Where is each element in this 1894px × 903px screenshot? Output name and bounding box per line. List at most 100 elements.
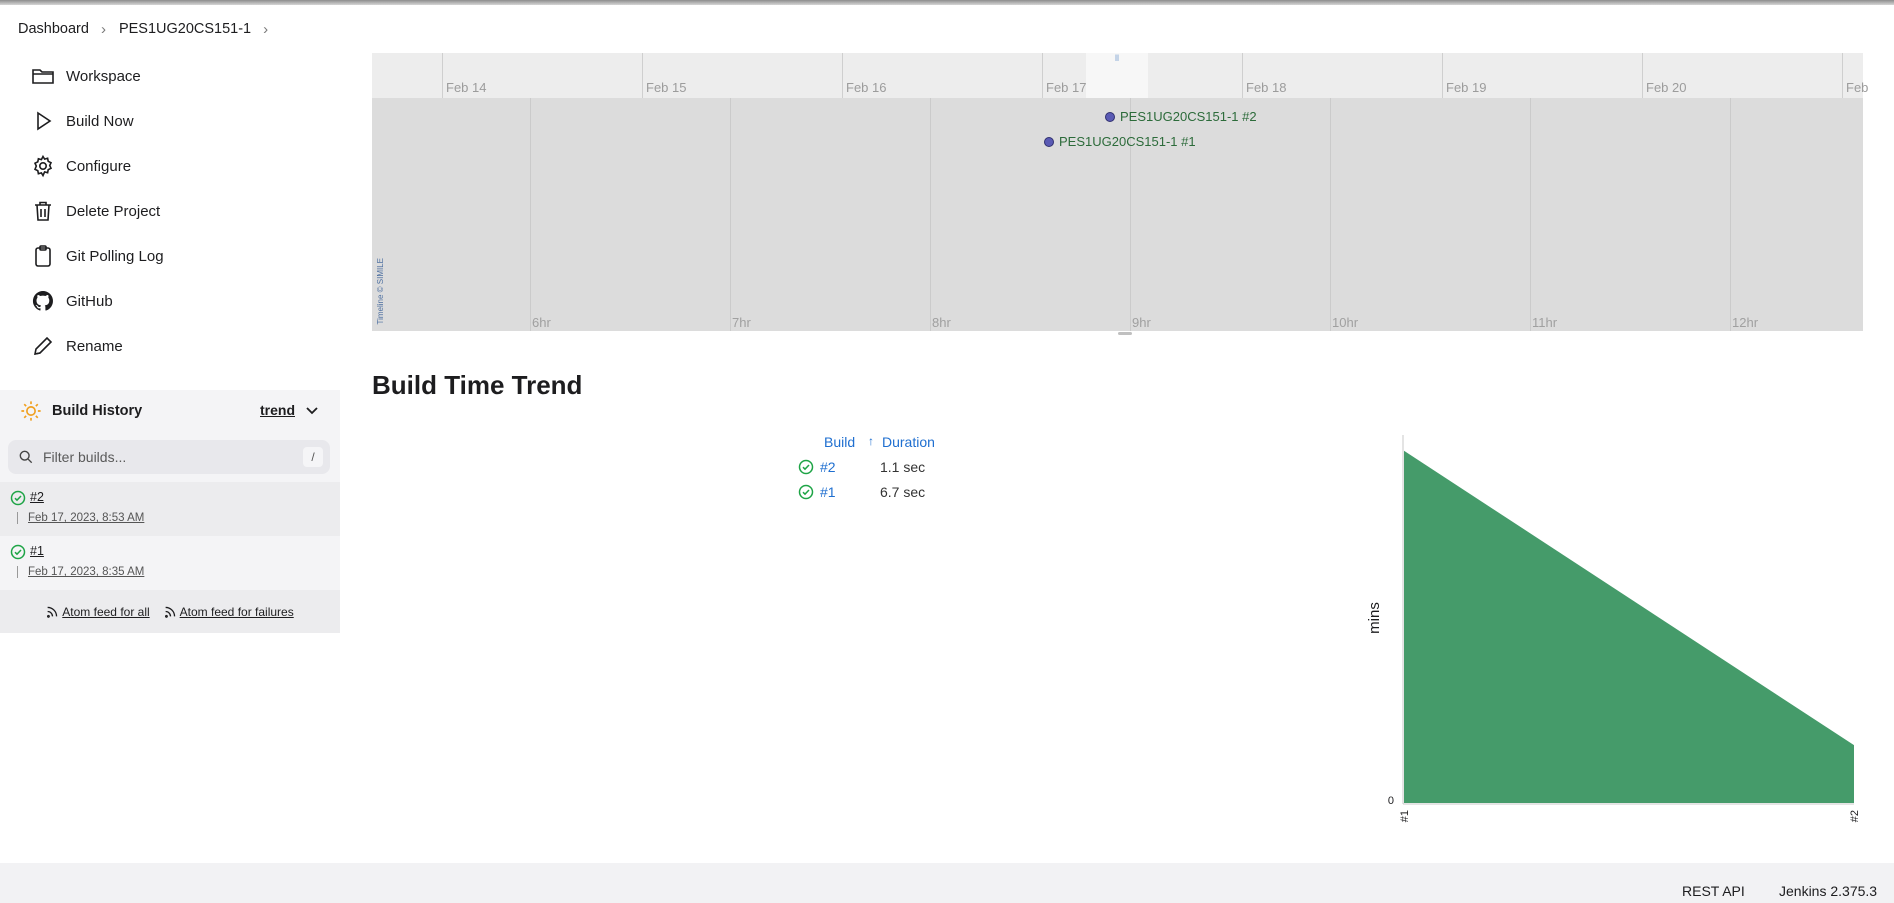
sidebar-item-rename[interactable]: Rename — [0, 324, 340, 368]
sun-icon — [21, 401, 41, 421]
day-divider — [1642, 53, 1643, 98]
day-divider — [1242, 53, 1243, 98]
breadcrumb-project[interactable]: PES1UG20CS151-1 — [119, 21, 251, 37]
x-tick-label: #2 — [1849, 810, 1860, 822]
hour-label: 12hr — [1732, 315, 1759, 330]
sidebar-item-label: Rename — [66, 337, 123, 355]
hour-label: 7hr — [732, 315, 751, 330]
build-date-link[interactable]: Feb 17, 2023, 8:53 AM — [28, 512, 144, 524]
day-label: Feb 16 — [846, 80, 887, 95]
page-title: Build Time Trend — [372, 370, 583, 400]
breadcrumb-dashboard[interactable]: Dashboard — [18, 21, 89, 37]
x-tick-label: #1 — [1399, 810, 1411, 822]
atom-feeds: Atom feed for all Atom feed for failures — [0, 590, 340, 633]
sidebar-item-workspace[interactable]: Workspace — [0, 54, 340, 98]
build-number-link[interactable]: #2 — [30, 490, 44, 504]
table-row: #2 1.1 sec — [798, 454, 935, 479]
timeline-event[interactable]: PES1UG20CS151-1 #1 — [1044, 134, 1196, 149]
build-history-row: #1 Feb 17, 2023, 8:35 AM — [0, 536, 340, 590]
filter-builds-field: / — [8, 440, 330, 474]
y-tick-label: 0 — [1388, 795, 1394, 807]
sidebar-item-configure[interactable]: Configure — [0, 144, 340, 188]
sidebar-item-label: Build Now — [66, 112, 134, 130]
build-link[interactable]: #2 — [820, 459, 880, 475]
build-history-panel: Build History trend / #2 Feb 17, 2023, 8… — [0, 390, 340, 633]
rss-icon — [47, 606, 58, 618]
keyboard-shortcut-hint: / — [303, 447, 323, 467]
gear-icon — [31, 154, 55, 178]
rss-icon — [164, 606, 175, 618]
atom-feed-all-link[interactable]: Atom feed for all — [62, 605, 149, 619]
sidebar-item-delete-project[interactable]: Delete Project — [0, 189, 340, 233]
success-check-icon — [798, 484, 814, 499]
timeline-day-band[interactable]: ll Feb 14 Feb 15 Feb 16 Feb 17 Feb 18 Fe… — [372, 53, 1868, 98]
sidebar-item-label: Workspace — [66, 67, 141, 85]
filter-builds-input[interactable] — [41, 448, 285, 466]
chevron-right-icon[interactable]: › — [263, 21, 268, 38]
build-time-trend-chart: mins 0 #1 #2 — [1366, 435, 1860, 822]
build-number-link[interactable]: #1 — [30, 544, 44, 558]
search-icon — [19, 450, 33, 464]
sidebar-item-build-now[interactable]: Build Now — [0, 99, 340, 143]
timeline-hour-band[interactable]: 6hr 7hr 8hr 9hr 10hr 11hr 12hr PES1UG20C… — [372, 98, 1863, 331]
timeline-bar — [17, 566, 18, 578]
day-divider — [1042, 53, 1043, 98]
clipboard-icon — [31, 244, 55, 268]
day-label: Feb 15 — [646, 80, 687, 95]
timeline-event[interactable]: PES1UG20CS151-1 #2 — [1105, 109, 1257, 124]
hour-label: 9hr — [1132, 315, 1151, 330]
build-date-link[interactable]: Feb 17, 2023, 8:35 AM — [28, 566, 144, 578]
build-duration-area — [1404, 450, 1854, 803]
timeline-bar — [17, 512, 18, 524]
hour-label: 6hr — [532, 315, 551, 330]
timeline-highlight-mark: ll — [1115, 53, 1119, 63]
day-label: Feb — [1846, 80, 1869, 95]
hour-label: 10hr — [1332, 315, 1359, 330]
build-time-table: Build ↑ Duration #2 1.1 sec #1 6.7 sec — [798, 434, 935, 504]
github-icon — [31, 289, 55, 313]
table-row: #1 6.7 sec — [798, 479, 935, 504]
jenkins-version-link[interactable]: Jenkins 2.375.3 — [1779, 883, 1877, 899]
day-divider — [842, 53, 843, 98]
sidebar-item-git-polling-log[interactable]: Git Polling Log — [0, 234, 340, 278]
timeline-copyright: Timeline © SIMILE — [376, 258, 385, 325]
day-label: Feb 20 — [1646, 80, 1687, 95]
day-divider — [1442, 53, 1443, 98]
column-header-duration[interactable]: Duration — [882, 434, 935, 454]
day-label: Feb 14 — [446, 80, 487, 95]
build-link[interactable]: #1 — [820, 484, 880, 500]
build-duration: 6.7 sec — [880, 483, 926, 500]
event-dot-icon — [1044, 136, 1054, 147]
y-axis-label: mins — [1366, 602, 1383, 634]
hour-label: 11hr — [1532, 315, 1558, 330]
column-header-build[interactable]: Build — [824, 434, 868, 454]
success-check-icon — [10, 544, 26, 560]
day-label: Feb 17 — [1046, 80, 1087, 95]
play-icon — [31, 109, 55, 133]
build-history-row: #2 Feb 17, 2023, 8:53 AM — [0, 482, 340, 536]
breadcrumb: Dashboard › PES1UG20CS151-1 › — [0, 5, 1894, 53]
hour-divider — [1730, 98, 1731, 331]
build-history-title: Build History — [52, 403, 143, 419]
timeline-resize-handle[interactable] — [1118, 332, 1132, 335]
chevron-down-icon[interactable] — [305, 403, 319, 417]
footer: REST API Jenkins 2.375.3 — [0, 863, 1894, 903]
sidebar-item-label: Configure — [66, 157, 132, 175]
build-timeline[interactable]: ll Feb 14 Feb 15 Feb 16 Feb 17 Feb 18 Fe… — [372, 53, 1868, 335]
sort-arrow-icon[interactable]: ↑ — [868, 434, 882, 454]
trend-link[interactable]: trend — [260, 402, 295, 418]
hour-divider — [1130, 98, 1131, 331]
day-label: Feb 19 — [1446, 80, 1487, 95]
rest-api-link[interactable]: REST API — [1682, 883, 1745, 899]
timeline-event-label: PES1UG20CS151-1 #2 — [1120, 109, 1257, 124]
build-duration: 1.1 sec — [880, 458, 926, 475]
atom-feed-failures-link[interactable]: Atom feed for failures — [180, 605, 294, 619]
sidebar-item-github[interactable]: GitHub — [0, 279, 340, 323]
hour-divider — [530, 98, 531, 331]
day-divider — [1842, 53, 1843, 98]
success-check-icon — [10, 490, 26, 506]
hour-divider — [930, 98, 931, 331]
table-header: Build ↑ Duration — [798, 434, 935, 454]
day-divider — [442, 53, 443, 98]
hour-label: 8hr — [932, 315, 951, 330]
